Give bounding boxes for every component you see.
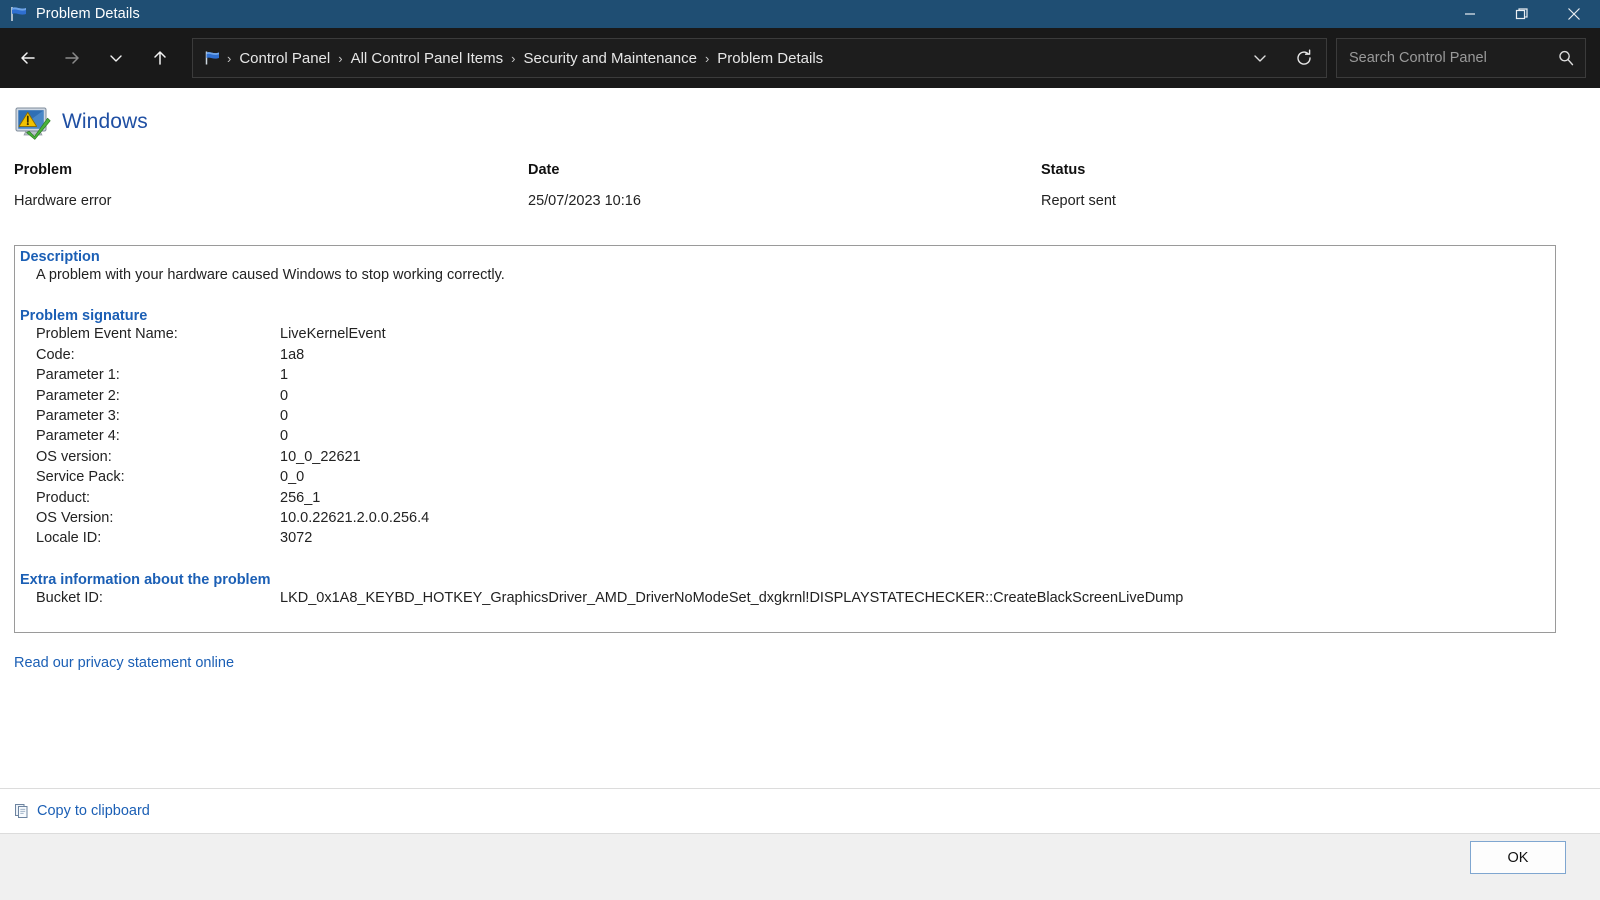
copy-icon [14, 803, 30, 819]
search-input[interactable] [1337, 50, 1547, 66]
signature-value: 0_0 [280, 469, 305, 486]
breadcrumb-item-all-control-panel-items[interactable]: All Control Panel Items [345, 47, 510, 70]
signature-row: OS Version: 10.0.22621.2.0.0.256.4 [36, 508, 1555, 528]
signature-row: Locale ID: 3072 [36, 528, 1555, 548]
breadcrumb-item-problem-details[interactable]: Problem Details [711, 47, 829, 70]
signature-row: Parameter 3: 0 [36, 406, 1555, 426]
ok-button[interactable]: OK [1470, 841, 1566, 874]
page-content: Windows Problem Date Status Hardware err… [0, 88, 1600, 788]
signature-label: Parameter 4: [36, 428, 120, 445]
navigation-bar: › Control Panel › All Control Panel Item… [0, 28, 1600, 88]
signature-value: LiveKernelEvent [280, 326, 386, 343]
signature-value: 0 [280, 428, 289, 445]
copy-bar: Copy to clipboard [0, 788, 1600, 833]
summary-column-headers: Problem Date Status [0, 162, 1600, 188]
breadcrumb-separator: › [704, 50, 710, 66]
window-title: Problem Details [36, 6, 140, 22]
signature-value: 10.0.22621.2.0.0.256.4 [280, 510, 430, 527]
title-bar: Problem Details [0, 0, 1600, 28]
forward-arrow-icon[interactable] [50, 38, 94, 78]
breadcrumb-item-security-and-maintenance[interactable]: Security and Maintenance [518, 47, 703, 70]
problem-value: Hardware error [14, 193, 112, 209]
signature-value: 10_0_22621 [280, 448, 361, 465]
signature-row: Parameter 4: 0 [36, 426, 1555, 446]
signature-row: OS version: 10_0_22621 [36, 447, 1555, 467]
extra-information-body: Bucket ID: LKD_0x1A8_KEYBD_HOTKEY_Graphi… [15, 588, 1555, 608]
breadcrumb-separator: › [338, 50, 343, 66]
close-icon[interactable] [1548, 0, 1600, 28]
signature-label: Problem Event Name: [36, 326, 178, 343]
minimize-icon[interactable] [1444, 0, 1496, 28]
up-arrow-icon[interactable] [138, 38, 182, 78]
dialog-footer: OK [0, 833, 1600, 900]
signature-label: Product: [36, 489, 90, 506]
privacy-statement-link[interactable]: Read our privacy statement online [14, 655, 234, 671]
refresh-icon[interactable] [1282, 39, 1326, 77]
signature-value: 256_1 [280, 489, 321, 506]
signature-row: Problem Event Name: LiveKernelEvent [36, 324, 1555, 344]
status-value: Report sent [1041, 193, 1116, 209]
breadcrumb-flag-icon [203, 50, 223, 66]
app-header: Windows [0, 88, 1600, 140]
section-title-description: Description [20, 249, 100, 265]
breadcrumb: › Control Panel › All Control Panel Item… [193, 47, 1238, 70]
signature-row: Product: 256_1 [36, 488, 1555, 508]
signature-label: Parameter 1: [36, 367, 120, 384]
search-box[interactable] [1336, 38, 1586, 78]
breadcrumb-separator: › [511, 50, 516, 66]
details-panel: Description A problem with your hardware… [14, 245, 1556, 633]
breadcrumb-item-control-panel[interactable]: Control Panel [233, 47, 336, 70]
signature-label: Service Pack: [36, 469, 125, 486]
problem-signature-body: Problem Event Name: LiveKernelEvent Code… [15, 324, 1555, 548]
date-value: 25/07/2023 10:16 [528, 193, 641, 209]
flag-icon [8, 5, 30, 23]
signature-row: Parameter 2: 0 [36, 386, 1555, 406]
signature-label: Parameter 2: [36, 387, 120, 404]
search-icon[interactable] [1547, 39, 1585, 77]
restore-icon[interactable] [1496, 0, 1548, 28]
signature-value: 1a8 [280, 346, 305, 363]
extra-info-label: Bucket ID: [36, 589, 103, 606]
section-title-problem-signature: Problem signature [20, 308, 148, 325]
description-body: A problem with your hardware caused Wind… [15, 265, 1555, 285]
copy-to-clipboard-link[interactable]: Copy to clipboard [14, 803, 150, 819]
address-history-chevron-down-icon[interactable] [1238, 39, 1282, 77]
signature-value: 0 [280, 387, 289, 404]
window-controls [1444, 0, 1600, 28]
address-bar[interactable]: › Control Panel › All Control Panel Item… [192, 38, 1327, 78]
summary-column-values: Hardware error 25/07/2023 10:16 Report s… [0, 193, 1600, 219]
page-title: Windows [62, 110, 148, 133]
column-header-date: Date [528, 162, 560, 178]
extra-info-row: Bucket ID: LKD_0x1A8_KEYBD_HOTKEY_Graphi… [36, 588, 1555, 608]
signature-label: Locale ID: [36, 530, 102, 547]
signature-value: 1 [280, 367, 289, 384]
signature-value: 0 [280, 408, 289, 425]
windows-problem-icon [14, 104, 52, 140]
signature-label: OS version: [36, 448, 112, 465]
recent-locations-chevron-down-icon[interactable] [94, 38, 138, 78]
copy-to-clipboard-label: Copy to clipboard [37, 803, 150, 819]
extra-info-value: LKD_0x1A8_KEYBD_HOTKEY_GraphicsDriver_AM… [280, 589, 1184, 606]
column-header-status: Status [1041, 162, 1086, 178]
description-text: A problem with your hardware caused Wind… [36, 267, 505, 283]
back-arrow-icon[interactable] [6, 38, 50, 78]
signature-value: 3072 [280, 530, 313, 547]
signature-row: Service Pack: 0_0 [36, 467, 1555, 487]
signature-label: Code: [36, 346, 75, 363]
breadcrumb-separator: › [227, 50, 232, 66]
signature-row: Parameter 1: 1 [36, 365, 1555, 385]
signature-row: Code: 1a8 [36, 345, 1555, 365]
signature-label: Parameter 3: [36, 408, 120, 425]
section-title-extra-information: Extra information about the problem [20, 571, 271, 588]
signature-label: OS Version: [36, 510, 114, 527]
column-header-problem: Problem [14, 162, 73, 178]
